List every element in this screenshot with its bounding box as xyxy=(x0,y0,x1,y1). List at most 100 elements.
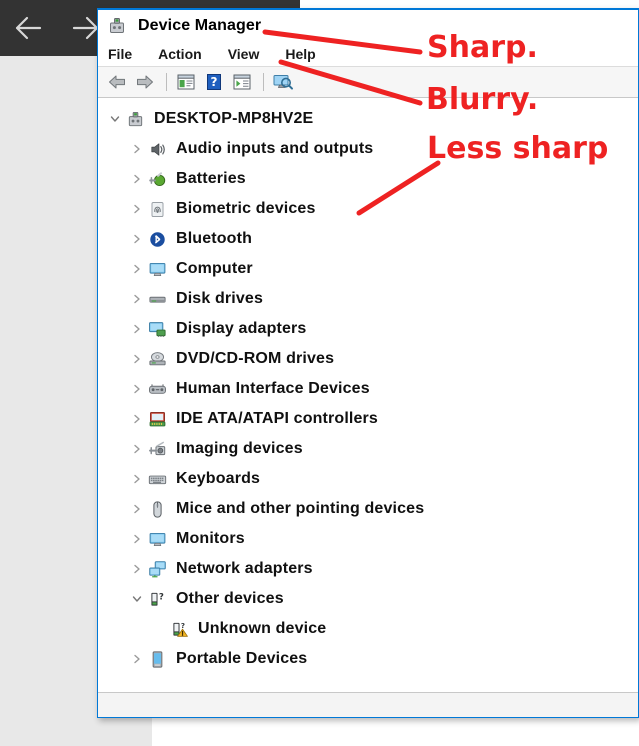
chevron-right-icon[interactable] xyxy=(128,533,146,545)
chevron-right-icon[interactable] xyxy=(128,143,146,155)
chevron-right-icon[interactable] xyxy=(128,443,146,455)
mouse-icon xyxy=(146,500,168,519)
tree-node-disk-drives[interactable]: Disk drives xyxy=(98,284,638,314)
battery-icon xyxy=(146,170,168,189)
tree-node-monitors[interactable]: Monitors xyxy=(98,524,638,554)
chevron-right-icon[interactable] xyxy=(128,323,146,335)
tree-node-label: DVD/CD-ROM drives xyxy=(176,350,335,367)
monitor-icon xyxy=(146,530,168,549)
hid-icon xyxy=(146,380,168,399)
ide-controller-icon xyxy=(146,410,168,429)
chevron-down-icon[interactable] xyxy=(128,593,146,605)
computer-root-icon xyxy=(124,110,146,129)
tree-node-label: Portable Devices xyxy=(176,650,308,667)
properties-icon[interactable] xyxy=(229,70,255,94)
chevron-right-icon[interactable] xyxy=(128,293,146,305)
menu-item-view[interactable]: View xyxy=(228,46,260,62)
forward-arrow-icon[interactable] xyxy=(132,70,158,94)
tree-node-label: Other devices xyxy=(176,590,284,607)
chevron-down-icon[interactable] xyxy=(106,113,124,125)
svg-text:?: ? xyxy=(158,592,163,602)
tree-node-label: Mice and other pointing devices xyxy=(176,500,425,517)
tree-node-keyboards[interactable]: Keyboards xyxy=(98,464,638,494)
tree-node-unknown-device[interactable]: ? Unknown device xyxy=(98,614,638,644)
chevron-right-icon[interactable] xyxy=(128,353,146,365)
toolbar-separator xyxy=(263,73,264,91)
tree-node-bluetooth[interactable]: Bluetooth xyxy=(98,224,638,254)
bluetooth-icon xyxy=(146,230,168,249)
tree-node-network-adapters[interactable]: Network adapters xyxy=(98,554,638,584)
tree-node-label: Unknown device xyxy=(198,620,327,637)
device-manager-icon xyxy=(107,16,127,36)
tree-node-display-adapters[interactable]: Display adapters xyxy=(98,314,638,344)
toolbar-separator xyxy=(166,73,167,91)
window-title: Device Manager xyxy=(138,17,262,34)
network-adapter-icon xyxy=(146,560,168,579)
chevron-right-icon[interactable] xyxy=(128,473,146,485)
tree-node-label: Display adapters xyxy=(176,320,307,337)
speaker-icon xyxy=(146,140,168,159)
chevron-right-icon[interactable] xyxy=(128,383,146,395)
monitor-icon xyxy=(146,260,168,279)
svg-text:?: ? xyxy=(180,620,184,629)
tree-node-label: Audio inputs and outputs xyxy=(176,140,374,157)
keyboard-icon xyxy=(146,470,168,489)
tree-node-label: IDE ATA/ATAPI controllers xyxy=(176,410,378,427)
tree-node-label: Bluetooth xyxy=(176,230,252,247)
tree-node-computer[interactable]: Computer xyxy=(98,254,638,284)
menu-item-action[interactable]: Action xyxy=(158,46,202,62)
optical-drive-icon xyxy=(146,350,168,369)
tree-node-imaging-devices[interactable]: Imaging devices xyxy=(98,434,638,464)
tree-node-label: Monitors xyxy=(176,530,245,547)
tree-node-label: Imaging devices xyxy=(176,440,303,457)
display-adapter-icon xyxy=(146,320,168,339)
tree-node-other-devices[interactable]: ? Other devices xyxy=(98,584,638,614)
tree-node-ide-controllers[interactable]: IDE ATA/ATAPI controllers xyxy=(98,404,638,434)
chevron-right-icon[interactable] xyxy=(128,233,146,245)
tree-node-desktop[interactable]: DESKTOP-MP8HV2E xyxy=(98,104,638,134)
help-icon[interactable]: ? xyxy=(201,70,227,94)
back-arrow-icon[interactable] xyxy=(104,70,130,94)
portable-device-icon xyxy=(146,650,168,669)
tree-node-label: Human Interface Devices xyxy=(176,380,370,397)
tree-node-dvd-drives[interactable]: DVD/CD-ROM drives xyxy=(98,344,638,374)
toolbar: ? xyxy=(98,67,638,98)
tree-node-label: Disk drives xyxy=(176,290,264,307)
tree-node-hid[interactable]: Human Interface Devices xyxy=(98,374,638,404)
chevron-right-icon[interactable] xyxy=(128,653,146,665)
disk-drive-icon xyxy=(146,290,168,309)
tree-node-label: Computer xyxy=(176,260,253,277)
device-tree[interactable]: DESKTOP-MP8HV2E Audio inputs and outputs xyxy=(98,98,638,693)
show-hide-console-tree-icon[interactable] xyxy=(173,70,199,94)
window-titlebar[interactable]: Device Manager xyxy=(98,10,638,42)
tree-node-label: Biometric devices xyxy=(176,200,316,217)
chevron-right-icon[interactable] xyxy=(128,203,146,215)
unknown-device-warning-icon: ? xyxy=(168,620,190,639)
device-manager-window: Device Manager File Action View Help ? D… xyxy=(97,8,639,718)
menu-item-help[interactable]: Help xyxy=(285,46,315,62)
scan-for-hardware-changes-icon[interactable] xyxy=(270,70,296,94)
chevron-right-icon[interactable] xyxy=(128,563,146,575)
tree-node-label: DESKTOP-MP8HV2E xyxy=(154,110,314,127)
svg-text:?: ? xyxy=(211,75,218,89)
tree-node-biometric[interactable]: Biometric devices xyxy=(98,194,638,224)
tree-node-audio[interactable]: Audio inputs and outputs xyxy=(98,134,638,164)
unknown-device-icon: ? xyxy=(146,590,168,609)
chevron-right-icon[interactable] xyxy=(128,503,146,515)
tree-node-label: Batteries xyxy=(176,170,246,187)
tree-node-label: Keyboards xyxy=(176,470,261,487)
chevron-right-icon[interactable] xyxy=(128,173,146,185)
camera-icon xyxy=(146,440,168,459)
tree-node-label: Network adapters xyxy=(176,560,313,577)
tree-node-batteries[interactable]: Batteries xyxy=(98,164,638,194)
tree-node-portable-devices[interactable]: Portable Devices xyxy=(98,644,638,674)
chevron-right-icon[interactable] xyxy=(128,413,146,425)
fingerprint-icon xyxy=(146,200,168,219)
status-bar xyxy=(98,692,638,717)
menu-bar: File Action View Help xyxy=(98,42,638,67)
chevron-right-icon[interactable] xyxy=(128,263,146,275)
desktop-panel-lower xyxy=(0,718,152,746)
tree-node-mice[interactable]: Mice and other pointing devices xyxy=(98,494,638,524)
menu-item-file[interactable]: File xyxy=(108,46,132,62)
back-arrow-icon[interactable] xyxy=(8,8,54,48)
